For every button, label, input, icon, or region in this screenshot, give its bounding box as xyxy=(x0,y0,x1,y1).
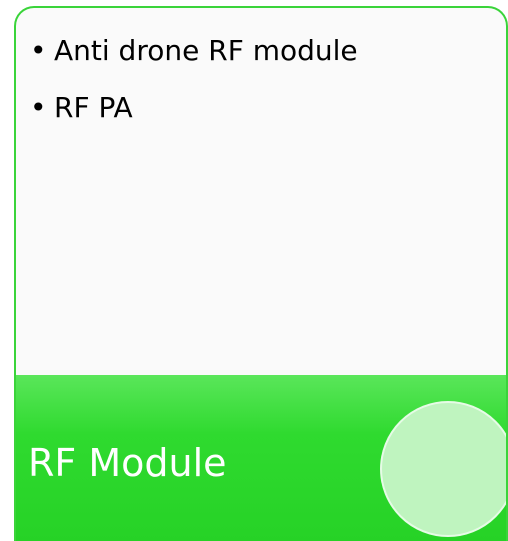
bullet-item-rf-pa: • RF PA xyxy=(30,91,358,125)
bullet-list: • Anti drone RF module • RF PA xyxy=(30,34,358,148)
decorative-circle xyxy=(380,401,506,537)
content-card: • Anti drone RF module • RF PA RF Module xyxy=(14,6,508,541)
bullet-text: RF PA xyxy=(54,91,133,124)
title-band: RF Module xyxy=(16,375,506,541)
bullet-text: Anti drone RF module xyxy=(54,34,358,67)
bullet-dot: • xyxy=(30,34,47,67)
bullet-dot: • xyxy=(30,91,47,124)
card-title: RF Module xyxy=(28,441,227,485)
bullet-item-anti-drone: • Anti drone RF module xyxy=(30,34,358,68)
